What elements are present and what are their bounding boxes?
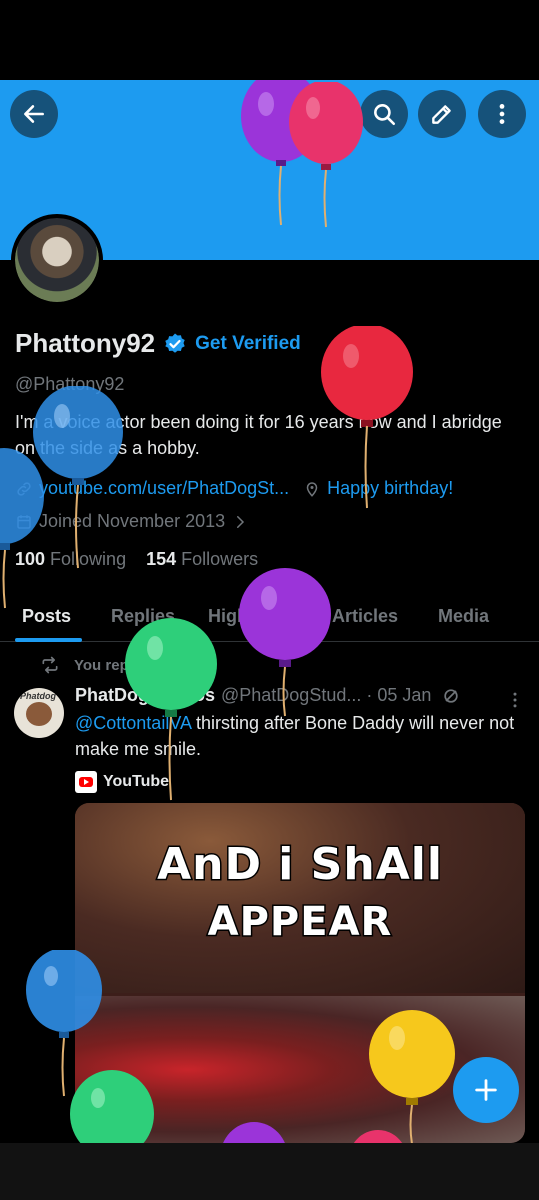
balloon-green-bottom: [70, 1070, 154, 1143]
balloon-yellow: [369, 1010, 455, 1144]
search-button[interactable]: [360, 90, 408, 138]
grok-icon[interactable]: [441, 686, 461, 706]
followers-label: Followers: [181, 549, 259, 569]
followers-link[interactable]: 154 Followers: [146, 549, 258, 570]
edit-icon: [432, 105, 451, 124]
status-bar: [0, 0, 539, 80]
tab-media[interactable]: Media: [438, 596, 489, 637]
edit-profile-button[interactable]: [418, 90, 466, 138]
more-horizontal-icon[interactable]: [505, 690, 525, 710]
balloon-blue-edge: [0, 448, 44, 609]
balloon-purple-bottom: [223, 1122, 285, 1143]
balloon-purple-mid: [239, 568, 331, 717]
display-name: Phattony92: [15, 328, 156, 358]
media-caption-line1: AnD i ShAll: [156, 838, 444, 892]
chevron-right-icon: [237, 515, 245, 528]
media-frame-top: [75, 803, 525, 993]
more-vertical-icon: [499, 104, 505, 124]
balloon-pink-top: [289, 82, 363, 228]
profile-avatar[interactable]: [11, 214, 103, 306]
tab-articles[interactable]: Articles: [332, 596, 398, 637]
repost-icon: [42, 656, 58, 674]
balloon-red: [321, 326, 413, 509]
balloon-green-mid: [125, 618, 217, 801]
youtube-icon: [75, 771, 97, 793]
avatar-dog-image: [26, 702, 52, 726]
get-verified-link[interactable]: Get Verified: [195, 333, 301, 355]
post-author-avatar[interactable]: Phatdog: [14, 688, 64, 738]
back-button[interactable]: [10, 90, 58, 138]
media-caption-line2: APPEAR: [206, 898, 393, 947]
search-icon: [374, 104, 396, 126]
name-row: Phattony92 Get Verified: [15, 328, 301, 359]
verified-icon: [165, 333, 185, 353]
plus-icon: [475, 1079, 497, 1101]
system-navigation-bar: [0, 1143, 539, 1200]
avatar-logo-text: Phatdog: [20, 691, 56, 701]
balloon-pink-bottom: [353, 1130, 403, 1143]
compose-post-button[interactable]: [453, 1057, 519, 1123]
followers-count: 154: [146, 549, 177, 569]
active-tab-indicator: [15, 638, 82, 642]
avatar-image: [15, 218, 99, 302]
back-arrow-icon: [24, 105, 44, 123]
more-options-button[interactable]: [478, 90, 526, 138]
